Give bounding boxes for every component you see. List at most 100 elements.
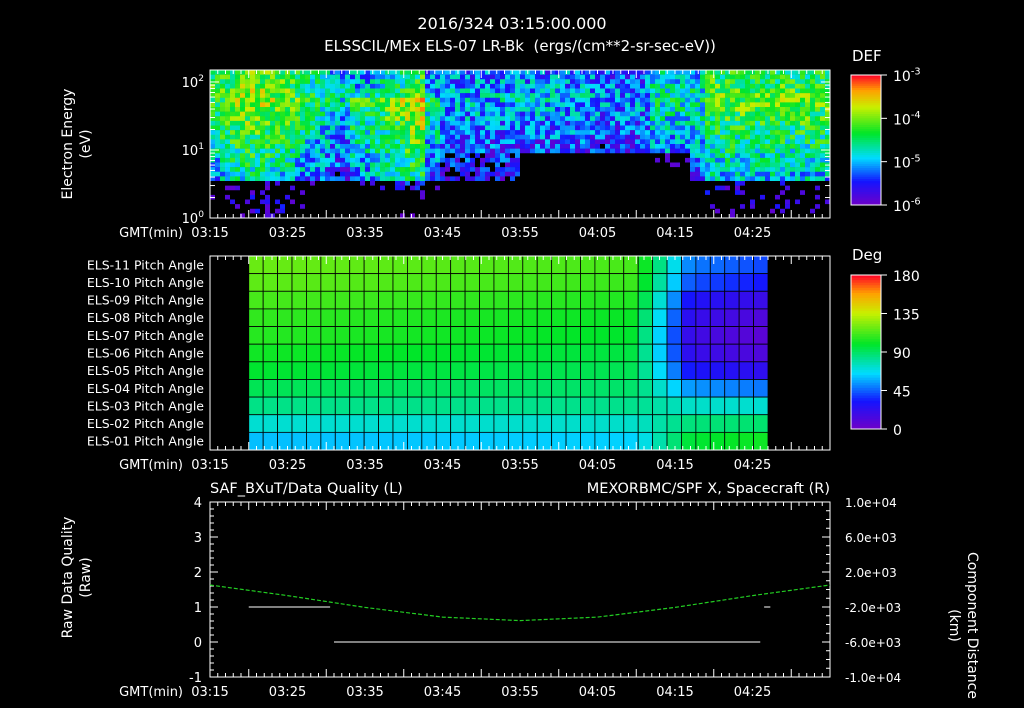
spectrogram-cell: [380, 88, 386, 94]
spectrogram-cell: [695, 79, 701, 85]
spectrogram-cell: [615, 185, 621, 191]
spectrogram-cell: [315, 194, 321, 200]
pitch-angle-cell: [507, 431, 524, 451]
spectrogram-cell: [605, 208, 611, 214]
spectrogram-cell: [445, 70, 451, 75]
spectrogram-cell: [725, 148, 731, 154]
spectrogram-cell: [670, 83, 676, 89]
spectrogram-cell: [635, 185, 641, 191]
spectrogram-cell: [590, 181, 596, 186]
spectrogram-cell: [785, 153, 791, 159]
spectrogram-cell: [665, 157, 671, 163]
spectrogram-cell: [805, 144, 811, 149]
spectrogram-cell: [800, 79, 806, 85]
spectrogram-cell: [740, 134, 746, 140]
spectrogram-cell: [260, 199, 266, 205]
spectrogram-cell: [775, 120, 781, 126]
spectrogram-cell: [650, 125, 656, 131]
spectrogram-cell: [265, 162, 271, 168]
spectrogram-cell: [340, 70, 346, 75]
spectrogram-cell: [685, 134, 691, 140]
pitch-angle-cell: [652, 290, 668, 310]
spectrogram-cell: [720, 79, 726, 85]
spectrogram-cell: [645, 70, 651, 75]
spectrogram-cell: [385, 139, 391, 145]
spectrogram-cell: [350, 88, 356, 94]
spectrogram-cell: [550, 185, 556, 191]
spectrogram-cell: [750, 120, 756, 126]
spectrogram-cell: [250, 185, 256, 191]
spectrogram-cell: [645, 93, 651, 99]
spectrogram-cell: [800, 176, 806, 182]
pitch-angle-cell: [565, 326, 581, 345]
spectrogram-cell: [360, 171, 366, 177]
spectrogram-cell: [355, 144, 361, 149]
spectrogram-cell: [640, 181, 646, 186]
spectrogram-cell: [690, 181, 696, 186]
spectrogram-cell: [275, 83, 281, 89]
spectrogram-cell: [750, 130, 756, 136]
spectrogram-cell: [215, 208, 221, 214]
spectrogram-cell: [530, 204, 536, 210]
spectrogram-cell: [280, 176, 286, 182]
spectrogram-cell: [565, 125, 571, 131]
spectrogram-cell: [320, 125, 326, 131]
spectrogram-cell: [340, 83, 346, 89]
spectrogram-cell: [810, 176, 816, 182]
spectrogram-cell: [390, 79, 396, 85]
spectrogram-cell: [360, 162, 366, 168]
spectrogram-cell: [525, 79, 531, 85]
spectrogram-cell: [325, 83, 331, 89]
spectrogram-cell: [570, 153, 576, 159]
pitch-angle-cell: [349, 290, 365, 310]
spectrogram-cell: [375, 74, 381, 80]
spectrogram-cell: [695, 102, 701, 108]
spectrogram-cell: [290, 97, 296, 103]
spectrogram-cell: [255, 199, 261, 205]
pitch-angle-cell: [536, 308, 553, 327]
spectrogram-cell: [585, 139, 591, 145]
spectrogram-cell: [740, 74, 746, 80]
spectrogram-cell: [630, 134, 636, 140]
pitch-angle-cell: [507, 343, 524, 363]
spectrogram-cell: [415, 139, 421, 145]
spectrogram-cell: [795, 144, 801, 149]
spectrogram-cell: [295, 120, 301, 126]
spectrogram-cell: [360, 116, 366, 122]
spectrogram-cell: [785, 162, 791, 168]
spectrogram-cell: [685, 139, 691, 145]
spectrogram-cell: [230, 190, 236, 196]
spectrogram-cell: [485, 194, 491, 200]
spectrogram-cell: [625, 167, 631, 173]
pitch-angle-cell: [738, 361, 754, 380]
spectrogram-cell: [735, 157, 741, 163]
spectrogram-cell: [795, 139, 801, 145]
spectrogram-cell: [795, 93, 801, 99]
spectrogram-cell: [520, 93, 526, 99]
spectrogram-cell: [470, 181, 476, 186]
pitch-angle-cell: [262, 308, 278, 327]
spectrogram-cell: [520, 190, 526, 196]
spectrogram-cell: [805, 176, 811, 182]
spectrogram-cell: [410, 79, 416, 85]
spectrogram-cell: [580, 107, 586, 112]
spectrogram-cell: [750, 93, 756, 99]
spectrogram-cell: [590, 194, 596, 200]
pitch-angle-cell: [349, 361, 365, 380]
spectrogram-cell: [320, 148, 326, 154]
spectrogram-cell: [400, 199, 406, 205]
spectrogram-cell: [740, 208, 746, 214]
spectrogram-cell: [245, 139, 251, 145]
spectrogram-cell: [805, 134, 811, 140]
spectrogram-cell: [710, 190, 716, 196]
spectrogram-cell: [555, 208, 561, 214]
spectrogram-cell: [315, 157, 321, 163]
spectrogram-cell: [305, 102, 311, 108]
spectrogram-cell: [330, 176, 336, 182]
spectrogram-cell: [450, 194, 456, 200]
spectrogram-cell: [605, 74, 611, 80]
spectrogram-cell: [625, 111, 631, 117]
spectrogram-cell: [390, 171, 396, 177]
spectrogram-cell: [275, 130, 281, 136]
spectrogram-cell: [690, 79, 696, 85]
